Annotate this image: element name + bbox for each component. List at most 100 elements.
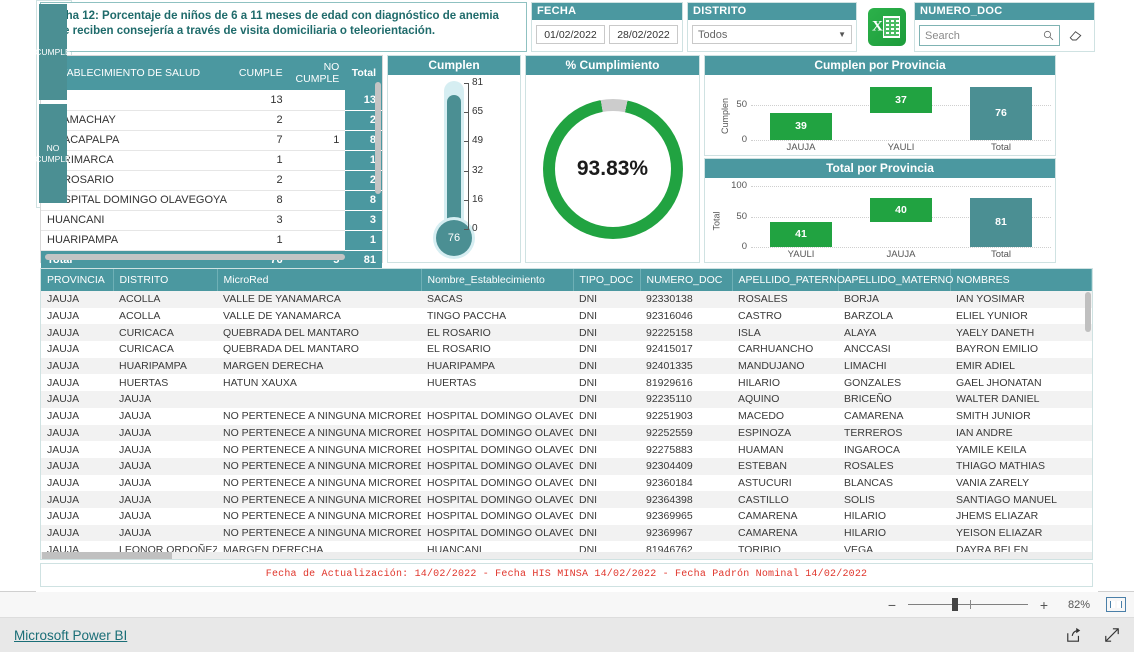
gridline (751, 247, 1051, 248)
fecha-end-input[interactable]: 28/02/2022 (609, 25, 678, 44)
matrix-col-cumple[interactable]: CUMPLE (232, 56, 289, 90)
table-row[interactable]: JAUJA JAUJA NO PERTENECE A NINGUNA MICRORE… (41, 441, 1092, 458)
cell-distrito: JAUJA (119, 443, 152, 456)
excel-export-button[interactable]: X (862, 2, 912, 52)
matrix-col-establecimiento[interactable]: ESTABLECIMIENTO DE SALUD (41, 56, 233, 90)
matrix-row[interactable]: HUANCANI 3 3 (41, 210, 382, 231)
matrix-row[interactable]: CHACAPALPA 7 1 8 (41, 130, 382, 151)
matrix-row[interactable]: CURIMARCA 1 1 (41, 150, 382, 171)
matrix-row[interactable]: HOSPITAL DOMINGO OLAVEGOYA 8 8 (41, 190, 382, 211)
zoom-slider[interactable] (908, 598, 1028, 611)
col-apellido-paterno[interactable]: APELLIDO_PATERNO (732, 269, 845, 291)
cell-apellido-paterno: ESTEBAN (732, 457, 838, 475)
matrix-horizontal-scrollbar[interactable] (45, 254, 345, 260)
bar[interactable]: 39 (770, 112, 832, 140)
detalle-horizontal-scrollbar[interactable] (42, 552, 172, 559)
matrix-row[interactable]: HUARIPAMPA 1 1 (41, 230, 382, 251)
cell-numero-doc: 92369965 (646, 510, 693, 523)
table-row[interactable]: JAUJA JAUJA NO PERTENECE A NINGUNA MICRORE… (41, 475, 1092, 492)
matrix-total-no-cumple: 5 (288, 250, 346, 270)
col-nombres[interactable]: NOMBRES (950, 269, 1092, 291)
zoom-slider-thumb[interactable] (952, 598, 958, 611)
filter-button-no-cumple[interactable]: NO CUMPLE (35, 104, 71, 203)
donut-body: 93.83% (526, 75, 699, 262)
search-input[interactable]: Search (919, 25, 1060, 46)
cell-nombres: ELIEL YUNIOR (956, 310, 1028, 323)
matrix-row[interactable]: EL ROSARIO 2 2 (41, 170, 382, 191)
cell-numero-doc: 92235110 (640, 391, 732, 408)
bar[interactable]: 41 (770, 221, 832, 247)
share-button[interactable] (1066, 627, 1082, 643)
table-row[interactable]: JAUJA JAUJA DNI 92235110 AQUINO BRICEÑO WALTER… (41, 391, 1092, 408)
fullscreen-button[interactable] (1104, 627, 1120, 643)
cell-distrito: HUARIPAMPA (113, 357, 217, 375)
thermometer-axis (468, 83, 469, 229)
cell-tipo-doc: DNI (573, 391, 640, 408)
matrix-vertical-scrollbar[interactable] (375, 82, 381, 194)
cell-microred: NO PERTENECE A NINGUNA MICRORED (223, 510, 421, 523)
thermometer-tick-label: 81 (472, 77, 484, 88)
donut-ring[interactable]: 93.83% (542, 98, 683, 239)
establecimiento-matrix[interactable]: ESTABLECIMIENTO DE SALUD CUMPLE NO CUMPL… (40, 55, 383, 270)
col-numero-doc[interactable]: NUMERO_DOC (640, 269, 733, 291)
col-distrito[interactable]: DISTRITO (113, 269, 218, 291)
distrito-dropdown[interactable]: Todos ▼ (692, 25, 852, 44)
cell-tipo-doc: DNI (579, 376, 598, 389)
col-provincia[interactable]: PROVINCIA (41, 269, 114, 291)
matrix-cell-cumple: 13 (232, 90, 289, 111)
table-row[interactable]: JAUJA HUARIPAMPA MARGEN DERECHA HUARIPAMPA D… (41, 357, 1092, 375)
table-row[interactable]: JAUJA JAUJA NO PERTENECE A NINGUNA MICRORE… (41, 491, 1092, 508)
bar[interactable]: 76 (970, 86, 1032, 140)
matrix-cell-name: HUANCANI (41, 210, 233, 231)
bar[interactable]: 37 (870, 86, 932, 113)
detalle-table[interactable]: PROVINCIA DISTRITO MicroRed Nombre_Estab… (40, 268, 1093, 560)
zoom-in-button[interactable]: + (1038, 597, 1050, 613)
thermometer-tick (464, 112, 469, 114)
cell-distrito: JAUJA (119, 410, 152, 423)
slicer-fecha[interactable]: FECHA 01/02/2022 28/02/2022 (531, 2, 683, 52)
detalle-horizontal-scroll-track[interactable] (41, 552, 1092, 559)
matrix-row[interactable]: ARAMACHAY 2 2 (41, 110, 382, 131)
cell-numero-doc: 92360184 (646, 476, 693, 489)
bar[interactable]: 81 (970, 197, 1032, 247)
detalle-vertical-scrollbar[interactable] (1085, 292, 1091, 332)
power-bi-brand-link[interactable]: Microsoft Power BI (14, 628, 127, 643)
table-row[interactable]: JAUJA CURICACA QUEBRADA DEL MANTARO EL ROSA… (41, 341, 1092, 358)
wf2-plot-area[interactable]: Total 0 50 100 41 YAULI 40 JAUJA 81 Total (705, 178, 1055, 263)
fecha-start-input[interactable]: 01/02/2022 (536, 25, 605, 44)
matrix-cell-name: EL ROSARIO (41, 170, 233, 191)
gridline (751, 186, 1051, 187)
cell-nombres: SMITH JUNIOR (956, 410, 1031, 423)
slicer-distrito[interactable]: DISTRITO Todos ▼ (687, 2, 857, 52)
thermometer-tick-label: 32 (472, 164, 484, 176)
fit-to-page-icon[interactable] (1106, 597, 1126, 612)
table-row[interactable]: JAUJA HUERTAS HATUN XAUXA HUERTAS DNI 8192961… (41, 374, 1092, 391)
thermometer-tick (464, 83, 469, 84)
cell-distrito: CURICACA (113, 324, 217, 342)
wf1-plot-area[interactable]: Cumplen 0 50 39 JAUJA 37 YAULI 76 Total (705, 75, 1055, 156)
table-row[interactable]: JAUJA JAUJA NO PERTENECE A NINGUNA MICRORE… (41, 457, 1092, 475)
col-apellido-materno[interactable]: APELLIDO_MATERNO (838, 269, 953, 291)
slicer-numero-doc[interactable]: NUMERO_DOC Search (914, 2, 1095, 52)
cell-nombre-establecimiento: TINGO PACCHA (427, 310, 507, 323)
col-nombre-establecimiento[interactable]: Nombre_Establecimiento (421, 269, 574, 291)
cell-nombre-establecimiento: HOSPITAL DOMINGO OLAVEGOYA (427, 510, 573, 523)
table-row[interactable]: JAUJA JAUJA NO PERTENECE A NINGUNA MICRORE… (41, 408, 1092, 425)
filter-button-cumple[interactable]: CUMPLE (35, 4, 71, 100)
table-row[interactable]: JAUJA ACOLLA VALLE DE YANAMARCA TINGO PACCH… (41, 308, 1092, 325)
col-tipo-doc[interactable]: TIPO_DOC (573, 269, 641, 291)
cell-provincia: JAUJA (41, 457, 113, 475)
zoom-out-button[interactable]: − (886, 597, 898, 613)
bar[interactable]: 40 (870, 197, 932, 222)
table-row[interactable]: JAUJA JAUJA NO PERTENECE A NINGUNA MICRORE… (41, 508, 1092, 525)
table-row[interactable]: JAUJA JAUJA NO PERTENECE A NINGUNA MICRORE… (41, 524, 1092, 542)
matrix-row[interactable]: 13 13 (41, 90, 382, 111)
matrix-col-no-cumple[interactable]: NO CUMPLE (288, 56, 346, 90)
cell-apellido-materno: BARZOLA (844, 310, 894, 323)
wf2-title: Total por Provincia (705, 159, 1055, 178)
table-row[interactable]: JAUJA JAUJA NO PERTENECE A NINGUNA MICRORE… (41, 424, 1092, 442)
table-row[interactable]: JAUJA CURICACA QUEBRADA DEL MANTARO EL ROSA… (41, 324, 1092, 342)
table-row[interactable]: JAUJA ACOLLA VALLE DE YANAMARCA SACAS DNI 923… (41, 291, 1092, 308)
col-microred[interactable]: MicroRed (217, 269, 422, 291)
clear-search-button[interactable] (1060, 25, 1090, 46)
